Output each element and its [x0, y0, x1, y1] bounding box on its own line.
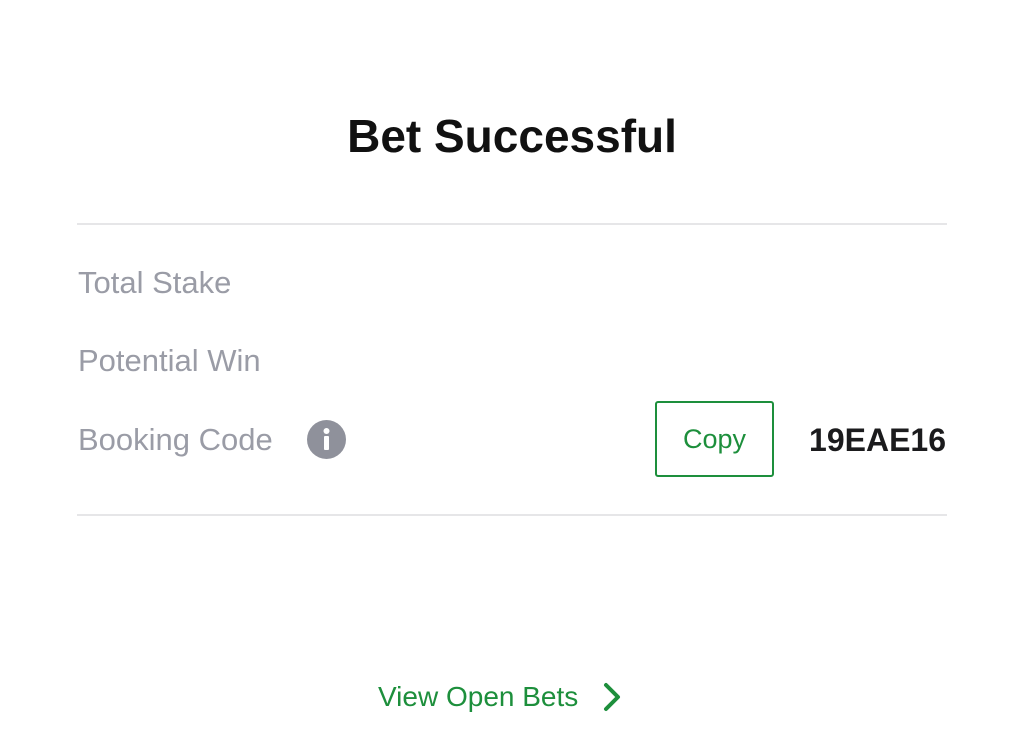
bottom-divider [77, 514, 947, 516]
info-icon[interactable] [307, 420, 346, 459]
chevron-right-icon [604, 683, 621, 711]
page-title: Bet Successful [347, 110, 677, 162]
top-divider [77, 223, 947, 225]
total-stake-label: Total Stake [78, 265, 232, 300]
view-open-bets-link[interactable]: View Open Bets [378, 677, 622, 717]
copy-button[interactable]: Copy [655, 401, 774, 477]
booking-code-label: Booking Code [78, 422, 273, 457]
booking-code-value: 19EAE16 [809, 422, 946, 458]
potential-win-label: Potential Win [78, 343, 261, 378]
info-glyph [323, 428, 330, 450]
view-open-bets-label: View Open Bets [378, 681, 579, 712]
